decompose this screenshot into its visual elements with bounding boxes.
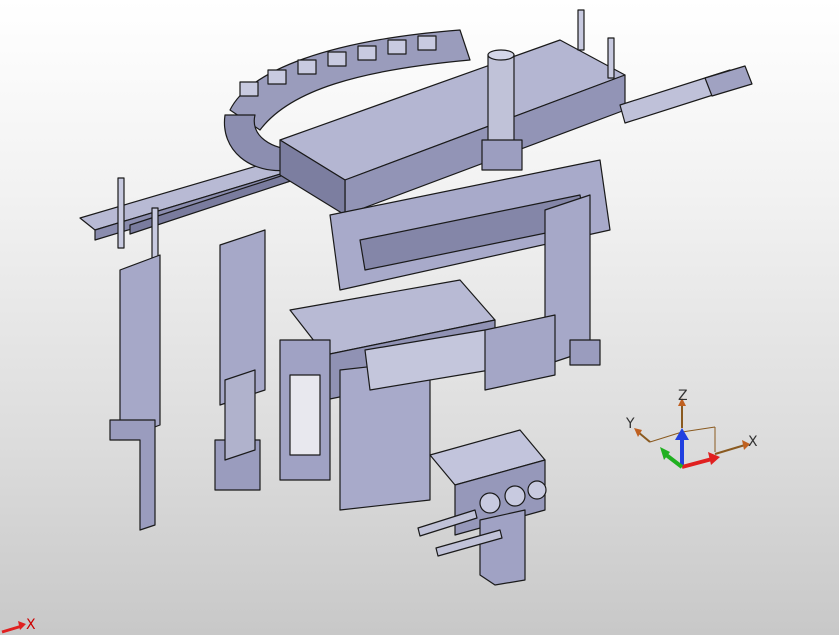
orientation-triad[interactable]: X Y Z [620, 388, 770, 482]
x-axis-arrow [681, 457, 713, 469]
cad-viewport[interactable]: X Y Z X [0, 0, 839, 635]
lower-slide-block [417, 429, 547, 586]
y-axis-arrow [663, 452, 684, 469]
horizontal-cylinder [619, 65, 753, 124]
post [577, 9, 585, 51]
machine-assembly-model[interactable] [0, 0, 839, 635]
y-axis-label: Y [626, 416, 635, 432]
corner-axis-label: X [26, 617, 36, 633]
z-axis-label: Z [678, 388, 688, 404]
x-axis-label: X [748, 434, 758, 450]
